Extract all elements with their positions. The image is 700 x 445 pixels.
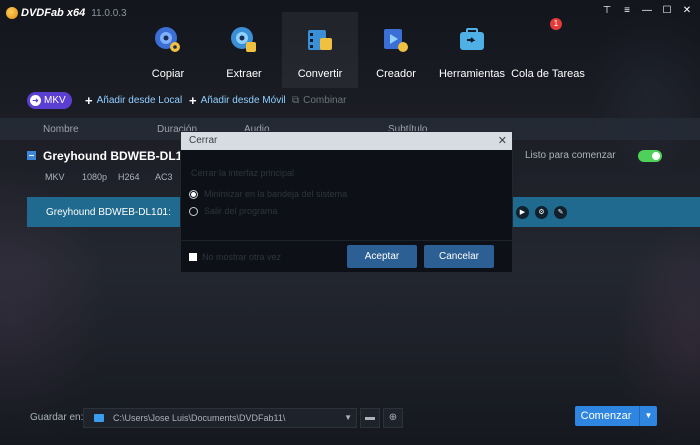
profile-label: MKV: [44, 95, 66, 106]
minimize-icon[interactable]: —: [640, 4, 654, 18]
radio-exit[interactable]: Salir del programa: [189, 206, 278, 216]
cancel-button[interactable]: Cancelar: [424, 245, 494, 268]
dvdfab-window: DVDFab x64 11.0.0.3 ⊤ ≡ — ☐ ✕ Copiar Ext…: [0, 0, 700, 445]
radio-minimize[interactable]: Minimizar en la bandeja del sistema: [189, 189, 347, 199]
video-creator-icon: [384, 29, 408, 52]
globe-icon[interactable]: ⊕: [383, 408, 403, 428]
output-path: C:\Users\Jose Luis\Documents\DVDFab11\: [113, 413, 286, 423]
window-controls: ⊤ ≡ — ☐ ✕: [600, 4, 694, 18]
module-label: Cola de Tareas: [511, 68, 585, 80]
header-name: Nombre: [43, 124, 79, 135]
add-mobile-button[interactable]: + Añadir desde Móvil: [189, 92, 286, 108]
radio-label: Minimizar en la bandeja del sistema: [204, 189, 348, 199]
browse-folder-button[interactable]: ▬: [360, 408, 380, 428]
module-convertir[interactable]: Convertir: [282, 12, 358, 88]
stream-name: Greyhound BDWEB-DL1...: [46, 207, 165, 218]
row-actions: ▶ ⚙ ✎: [516, 206, 567, 219]
tools-icon[interactable]: ⚙: [535, 206, 548, 219]
close-icon[interactable]: ✕: [680, 4, 694, 18]
checkbox[interactable]: [189, 253, 197, 261]
module-label: Creador: [376, 68, 416, 80]
merge-label: Combinar: [303, 95, 347, 106]
disc-ripper-icon: [231, 27, 256, 52]
edit-icon[interactable]: ✎: [554, 206, 567, 219]
app-name: DVDFab x64: [21, 7, 86, 19]
toolbar: ➜ MKV + Añadir desde Local + Añadir desd…: [0, 90, 700, 112]
start-label: Comenzar: [580, 410, 632, 422]
start-button[interactable]: Comenzar ▼: [575, 406, 657, 426]
module-extraer[interactable]: Extraer: [206, 12, 282, 88]
close-dialog: Cerrar ✕ Cerrar la interfaz principal Mi…: [180, 131, 513, 273]
meta-resolution: 1080p: [82, 172, 108, 182]
meta-codec: H264: [118, 172, 140, 182]
chevron-down-icon[interactable]: ▼: [344, 413, 352, 422]
merge-icon: ⧉: [292, 95, 300, 106]
add-mobile-label: Añadir desde Móvil: [200, 95, 286, 106]
module-label: Convertir: [297, 68, 343, 80]
stream-duration: 01:: [157, 207, 171, 218]
accept-button[interactable]: Aceptar: [347, 245, 417, 268]
dialog-title: Cerrar: [189, 135, 218, 146]
meta-format: MKV: [45, 172, 65, 182]
maximize-icon[interactable]: ☐: [660, 4, 674, 18]
add-local-button[interactable]: + Añadir desde Local: [85, 92, 183, 108]
enable-toggle[interactable]: [638, 150, 662, 162]
module-herramientas[interactable]: Herramientas: [434, 12, 510, 88]
play-icon[interactable]: ▶: [516, 206, 529, 219]
app-version: 11.0.0.3: [91, 7, 127, 19]
task-queue-badge: 1: [550, 18, 562, 30]
folder-icon: [94, 414, 104, 422]
plus-icon: +: [85, 92, 93, 108]
save-to-label: Guardar en:: [30, 412, 84, 423]
profile-arrow-icon: ➜: [30, 95, 41, 106]
add-local-label: Añadir desde Local: [96, 95, 183, 106]
toolbox-icon: [460, 28, 484, 50]
plus-icon: +: [189, 92, 197, 108]
meta-audio: AC3: [155, 172, 173, 182]
app-logo: DVDFab x64 11.0.0.3: [6, 7, 127, 19]
chevron-down-icon[interactable]: ▼: [639, 406, 657, 426]
module-creador[interactable]: Creador: [358, 12, 434, 88]
radio-button[interactable]: [189, 206, 198, 216]
status-text: Listo para comenzar: [525, 150, 616, 161]
radio-button[interactable]: [189, 189, 198, 199]
pin-icon[interactable]: ⊤: [600, 4, 614, 18]
dialog-question: Cerrar la interfaz principal: [191, 168, 295, 178]
dont-show-checkbox[interactable]: No mostrar otra vez: [189, 252, 281, 262]
dialog-close-icon[interactable]: ✕: [498, 134, 507, 147]
module-cola-de-tareas[interactable]: Cola de Tareas: [510, 12, 586, 88]
dialog-title-bar: Cerrar ✕: [181, 132, 512, 150]
dialog-divider: [181, 240, 512, 241]
profile-button[interactable]: ➜ MKV: [27, 92, 72, 109]
disc-copy-icon: [155, 27, 180, 52]
collapse-icon[interactable]: [27, 151, 36, 160]
merge-button[interactable]: ⧉ Combinar: [292, 95, 347, 106]
title-name: Greyhound BDWEB-DL1080: [43, 149, 203, 163]
module-copiar[interactable]: Copiar: [130, 12, 206, 88]
output-path-select[interactable]: C:\Users\Jose Luis\Documents\DVDFab11\ ▼: [83, 408, 357, 428]
module-label: Extraer: [226, 68, 262, 80]
module-nav: Copiar Extraer Convertir Creador Herrami…: [130, 12, 586, 88]
module-label: Herramientas: [438, 68, 506, 80]
checkbox-label: No mostrar otra vez: [202, 252, 282, 262]
module-label: Copiar: [151, 68, 185, 80]
menu-icon[interactable]: ≡: [620, 4, 634, 18]
video-converter-icon: [308, 30, 332, 50]
radio-label: Salir del programa: [204, 206, 278, 216]
dvdfab-logo-icon: [6, 7, 18, 19]
